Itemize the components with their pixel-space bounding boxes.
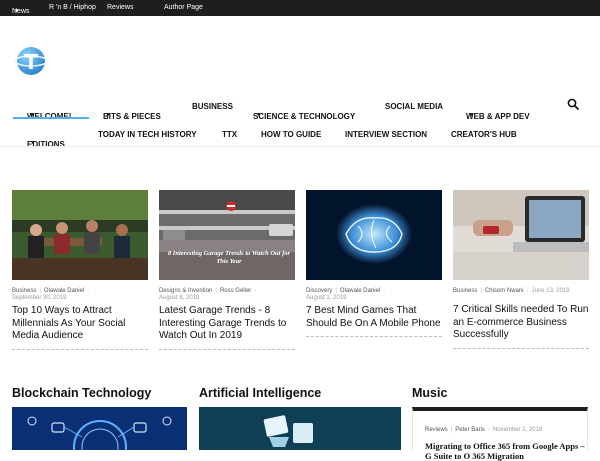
top-bar: News ▼ R 'n B / Hiphop Reviews Author Pag… <box>0 0 600 16</box>
article-card[interactable]: Business | Chisom Nwani - June 13, 2019 7 Cr… <box>453 190 589 349</box>
nav-item-business[interactable]: BUSINESS <box>192 102 233 111</box>
divider <box>306 336 442 337</box>
chevron-down-icon: ▼ <box>14 8 19 14</box>
article-thumbnail[interactable] <box>306 190 442 280</box>
article-thumbnail[interactable] <box>12 190 148 280</box>
divider <box>453 347 589 349</box>
nav-item-ttx[interactable]: TTX <box>222 130 237 139</box>
article-title[interactable]: 7 Best Mind Games That Should Be On A Mo… <box>306 305 442 330</box>
blockchain-thumbnail[interactable] <box>12 407 187 450</box>
article-title[interactable]: Top 10 Ways to Attract Millennials As Yo… <box>12 305 148 343</box>
article-card[interactable]: Business | Olawale Daniel - September 30, 2… <box>12 190 148 350</box>
main-nav-row-1: WELCOME!▼ BITS & PIECES▼ BUSINESS SCIENC… <box>0 92 600 121</box>
main-nav-row-2: Editions ▼ TODAY IN TECH HISTORY TTX HOW … <box>0 120 600 149</box>
music-post-category[interactable]: Reviews <box>425 427 448 433</box>
chevron-down-icon: ▼ <box>469 112 474 118</box>
music-post-title[interactable]: Migrating to Office 365 from Google Apps… <box>425 441 585 461</box>
nav-divider <box>0 146 600 147</box>
divider <box>159 348 295 350</box>
music-post-author[interactable]: Peter Baris <box>455 427 485 433</box>
article-title[interactable]: Latest Garage Trends - 8 Interesting Gar… <box>159 305 295 343</box>
nav-item-interview-section[interactable]: INTERVIEW SECTION <box>345 130 427 139</box>
topbar-link-rnb-hiphop[interactable]: R 'n B / Hiphop <box>49 4 96 11</box>
nav-item-how-to-guide[interactable]: HOW TO GUIDE <box>261 130 321 139</box>
music-post-date: November 2, 2018 <box>492 427 543 433</box>
music-post-box[interactable]: Reviews | Peter Baris - November 2, 2018 Mig… <box>412 407 588 461</box>
article-thumbnail[interactable] <box>453 190 589 280</box>
nav-item-social-media[interactable]: SOCIAL MEDIA <box>385 102 443 111</box>
article-title[interactable]: 7 Critical Skills needed To Run an E-com… <box>453 304 589 342</box>
article-author[interactable]: Ross Geller <box>220 288 251 294</box>
section-title-blockchain[interactable]: Blockchain Technology <box>12 386 151 400</box>
article-author[interactable]: Chisom Nwani <box>485 288 524 294</box>
active-nav-underline <box>13 117 89 119</box>
article-card[interactable]: 8 Interesting Garage Trends to Watch Out… <box>159 190 295 350</box>
article-meta: Designs & Invention | Ross Geller - August … <box>159 288 295 301</box>
article-category[interactable]: Business <box>12 288 36 294</box>
article-author[interactable]: Olawale Daniel <box>340 288 380 294</box>
nav-item-creators-hub[interactable]: CREATOR'S HUB <box>451 130 517 139</box>
topbar-link-author-page[interactable]: Author Page <box>164 4 203 11</box>
article-date: June 13, 2019 <box>531 288 570 294</box>
article-meta: Business | Olawale Daniel - September 30, 2… <box>12 288 148 301</box>
article-date: August 8, 2019 <box>159 295 200 301</box>
article-date: August 1, 2019 <box>306 295 347 301</box>
site-logo[interactable] <box>14 44 48 78</box>
artificial-intelligence-thumbnail[interactable] <box>199 407 401 450</box>
article-date: September 30, 2019 <box>12 295 67 301</box>
article-meta: Business | Chisom Nwani - June 13, 2019 <box>453 288 570 294</box>
article-category[interactable]: Designs & Invention <box>159 288 212 294</box>
article-card[interactable]: Discovery | Olawale Daniel - August 1, 2019… <box>306 190 442 337</box>
chevron-down-icon: ▼ <box>256 112 261 118</box>
search-icon[interactable] <box>567 98 579 110</box>
article-thumbnail[interactable]: 8 Interesting Garage Trends to Watch Out… <box>159 190 295 280</box>
thumbnail-caption: 8 Interesting Garage Trends to Watch Out… <box>167 250 291 265</box>
chevron-down-icon: ▼ <box>106 112 111 118</box>
divider <box>12 348 148 350</box>
article-meta: Discovery | Olawale Daniel - August 1, 2019 <box>306 288 442 301</box>
article-category[interactable]: Discovery <box>306 288 332 294</box>
globe-t-logo-icon <box>14 47 48 75</box>
topbar-link-reviews[interactable]: Reviews <box>107 4 133 11</box>
article-author[interactable]: Olawale Daniel <box>44 288 84 294</box>
section-title-artificial-intelligence[interactable]: Artificial Intelligence <box>199 386 321 400</box>
nav-item-today-in-tech-history[interactable]: TODAY IN TECH HISTORY <box>98 130 197 139</box>
music-post-meta: Reviews | Peter Baris - November 2, 2018 <box>425 427 543 433</box>
article-category[interactable]: Business <box>453 288 477 294</box>
section-title-music[interactable]: Music <box>412 386 447 400</box>
